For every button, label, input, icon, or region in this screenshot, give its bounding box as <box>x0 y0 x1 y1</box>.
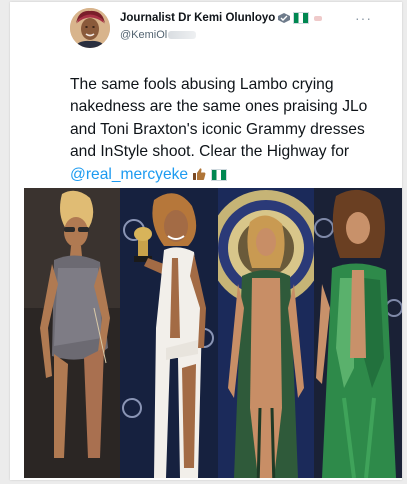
tweet-text: The same fools abusing Lambo crying nake… <box>70 74 388 186</box>
sequin-dress-photo <box>24 188 120 478</box>
photo-panel-1 <box>24 188 120 478</box>
handle[interactable]: @KemiOl <box>120 29 167 41</box>
more-options-icon[interactable]: ··· <box>355 10 372 26</box>
photo-panel-2 <box>120 188 218 478</box>
red-blur-icon <box>314 16 323 21</box>
white-dress-photo <box>120 188 218 478</box>
avatar-image <box>70 8 110 48</box>
collage-image[interactable] <box>24 188 402 478</box>
screenshot-frame: Journalist Dr Kemi Olunloyo @KemiOl ··· … <box>0 0 407 484</box>
green-print-dress-photo <box>314 188 402 478</box>
handle-row[interactable]: @KemiOl <box>120 29 197 41</box>
photo-panel-3 <box>218 188 314 478</box>
sheer-gown-photo <box>218 188 314 478</box>
tweet-card[interactable]: Journalist Dr Kemi Olunloyo @KemiOl ··· … <box>10 2 402 480</box>
avatar[interactable] <box>70 8 110 48</box>
nigeria-flag-icon <box>293 12 310 24</box>
verified-badge-icon <box>278 13 291 23</box>
display-name[interactable]: Journalist Dr Kemi Olunloyo <box>120 12 275 24</box>
display-name-row[interactable]: Journalist Dr Kemi Olunloyo <box>120 12 326 24</box>
handle-blur <box>168 31 197 40</box>
thumbs-up-icon <box>193 168 206 180</box>
tweet-body: The same fools abusing Lambo crying nake… <box>70 76 368 161</box>
photo-panel-4 <box>314 188 402 478</box>
mention-link[interactable]: @real_mercyeke <box>70 166 188 183</box>
nigeria-flag-icon <box>210 168 227 181</box>
